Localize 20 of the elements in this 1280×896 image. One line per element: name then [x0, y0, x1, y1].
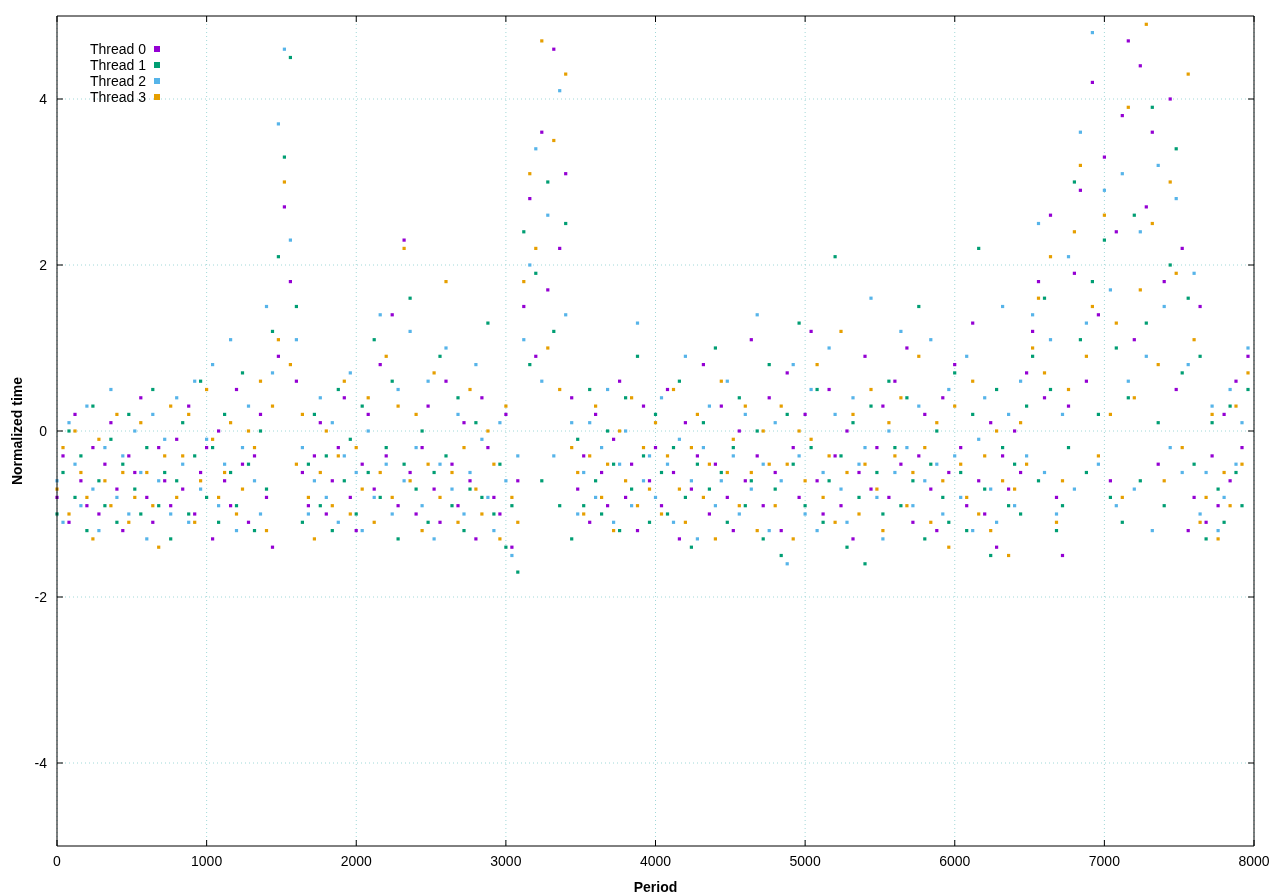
- y-axis-title: Normalized time: [9, 376, 25, 486]
- x-tick-label: 5000: [789, 853, 821, 869]
- x-tick-label: 4000: [639, 853, 672, 869]
- y-tick-label: 2: [39, 257, 47, 273]
- x-tick-label: 2000: [340, 853, 372, 869]
- legend-label: Thread 1: [90, 57, 147, 73]
- x-axis-title: Period: [633, 879, 678, 895]
- x-tick-label: 6000: [939, 853, 971, 869]
- y-tick-label: -4: [34, 755, 47, 771]
- y-tick-label: -2: [34, 589, 47, 605]
- y-tick-label: 0: [39, 423, 47, 439]
- x-tick-label: 8000: [1238, 853, 1270, 869]
- x-tick-label: 7000: [1088, 853, 1120, 869]
- x-tick-label: 1000: [191, 853, 223, 869]
- x-tick-label: 3000: [490, 853, 522, 869]
- legend-label: Thread 3: [90, 89, 147, 105]
- legend-label: Thread 2: [90, 73, 147, 89]
- legend-label: Thread 0: [90, 41, 147, 57]
- y-tick-label: 4: [39, 91, 47, 107]
- x-tick-label: 0: [53, 853, 61, 869]
